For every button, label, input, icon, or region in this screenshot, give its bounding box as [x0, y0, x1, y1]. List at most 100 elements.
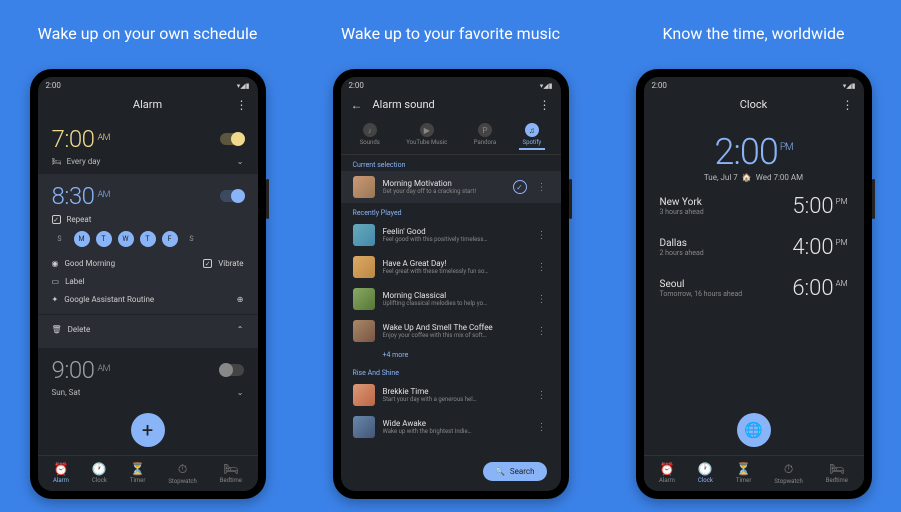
nav-timer[interactable]: ⏳Timer [736, 462, 752, 485]
city-item[interactable]: New York3 hours ahead 5:00PM [644, 186, 864, 227]
track-more-icon[interactable]: ⋮ [535, 326, 549, 337]
nav-timer[interactable]: ⏳Timer [130, 462, 146, 485]
track-more-icon[interactable]: ⋮ [535, 262, 549, 273]
track-list[interactable]: Current selection Morning Motivation Get… [341, 155, 561, 491]
main-ampm: PM [780, 142, 793, 153]
tab-sounds[interactable]: ♪Sounds [356, 121, 384, 150]
header-title: Clock [654, 98, 854, 111]
tab-youtube[interactable]: ▶YouTube Music [402, 121, 451, 150]
track-item[interactable]: Morning Motivation Get your day off to a… [341, 171, 561, 203]
track-item[interactable]: Morning ClassicalUplifting classical mel… [341, 283, 561, 315]
nav-stopwatch[interactable]: ⏱Stopwatch [774, 462, 802, 485]
track-item[interactable]: Wide AwakeWake up with the brightest Ind… [341, 411, 561, 443]
bedtime-icon: 🛏 [829, 462, 844, 476]
album-art [353, 384, 375, 406]
city-item[interactable]: Dallas2 hours ahead 4:00PM [644, 227, 864, 268]
day-selector: S M T W T F S [52, 227, 244, 253]
track-item[interactable]: Brekkie TimeStart your day with a genero… [341, 379, 561, 411]
alarm-item[interactable]: 8:30AM [52, 182, 244, 212]
day-t[interactable]: T [96, 231, 112, 247]
spotify-icon: ♫ [525, 123, 539, 137]
city-name: Seoul [660, 279, 743, 290]
alarm-item[interactable]: 7:00AM [38, 117, 258, 155]
alarm-schedule-row[interactable]: 🛏Every day ⌄ [38, 155, 258, 174]
section-current: Current selection [341, 155, 561, 171]
track-more-icon[interactable]: ⋮ [535, 390, 549, 401]
track-item[interactable]: Feelin' GoodFeel good with this positive… [341, 219, 561, 251]
alarm-toggle[interactable] [220, 190, 244, 202]
track-more-icon[interactable]: ⋮ [535, 230, 549, 241]
day-s[interactable]: S [52, 231, 68, 247]
alarm-schedule-row[interactable]: Sun, Sat ⌄ [38, 386, 258, 405]
stopwatch-icon: ⏱ [178, 462, 187, 477]
status-bar: 2:00 ▾◢▮ [644, 77, 864, 92]
tab-pandora[interactable]: PPandora [470, 121, 500, 150]
tone-label: Good Morning [64, 259, 115, 268]
day-m[interactable]: M [74, 231, 90, 247]
tab-spotify[interactable]: ♫Spotify [519, 121, 546, 150]
nav-alarm[interactable]: ⏰Alarm [659, 462, 675, 485]
delete-row[interactable]: 🗑Delete ⌃ [52, 319, 244, 340]
city-time: 5:00 [792, 194, 833, 219]
track-sub: Feel great with these timelessly fun so… [383, 268, 527, 275]
alarm-ampm: AM [97, 364, 109, 374]
repeat-row[interactable]: Repeat [52, 212, 244, 227]
day-t2[interactable]: T [140, 231, 156, 247]
timer-icon: ⏳ [736, 462, 751, 476]
more-icon[interactable]: ⋮ [842, 98, 854, 112]
more-icon[interactable]: ⋮ [539, 98, 551, 112]
track-more-icon[interactable]: ⋮ [535, 182, 549, 193]
assistant-icon: ✦ [52, 295, 59, 304]
track-item[interactable]: Have A Great Day!Feel great with these t… [341, 251, 561, 283]
app-header: Alarm ⋮ [38, 92, 258, 117]
section-rise: Rise And Shine [341, 363, 561, 379]
track-title: Brekkie Time [383, 387, 527, 396]
day-f[interactable]: F [162, 231, 178, 247]
vibrate-button[interactable]: Vibrate [203, 256, 243, 271]
city-item[interactable]: SeoulTomorrow, 16 hours ahead 6:00AM [644, 268, 864, 309]
vibrate-checkbox[interactable] [203, 259, 212, 268]
main-clock: 2:00PM Tue, Jul 7 🏠 Wed 7:00 AM [644, 117, 864, 186]
status-icons: ▾◢▮ [843, 82, 856, 90]
track-more-icon[interactable]: ⋮ [535, 294, 549, 305]
nav-clock[interactable]: 🕐Clock [92, 462, 107, 485]
alarm-item[interactable]: 9:00AM [38, 348, 258, 386]
section-recent: Recently Played [341, 203, 561, 219]
track-item[interactable]: Wake Up And Smell The CoffeeEnjoy your c… [341, 315, 561, 347]
date-row: Tue, Jul 7 🏠 Wed 7:00 AM [644, 173, 864, 182]
alarm-time: 7:00 [52, 125, 95, 153]
pandora-icon: P [478, 123, 492, 137]
app-header: ← Alarm sound ⋮ [341, 92, 561, 117]
back-icon[interactable]: ← [351, 98, 363, 112]
nav-bedtime[interactable]: 🛏Bedtime [826, 462, 848, 485]
nav-alarm[interactable]: ⏰Alarm [53, 462, 69, 485]
nav-clock[interactable]: 🕐Clock [698, 462, 713, 485]
alarm-toggle[interactable] [220, 364, 244, 376]
label-icon: ▭ [52, 277, 60, 286]
repeat-checkbox[interactable] [52, 215, 61, 224]
chevron-down-icon[interactable]: ⌄ [237, 388, 244, 397]
source-tabs: ♪Sounds ▶YouTube Music PPandora ♫Spotify [341, 117, 561, 155]
track-more-icon[interactable]: ⋮ [535, 422, 549, 433]
more-link[interactable]: +4 more [341, 347, 561, 363]
label-row[interactable]: ▭Label [52, 274, 244, 289]
nav-stopwatch[interactable]: ⏱Stopwatch [168, 462, 196, 485]
add-icon[interactable]: ⊕ [237, 295, 244, 304]
chevron-up-icon[interactable]: ⌃ [237, 325, 244, 334]
nav-bedtime[interactable]: 🛏Bedtime [220, 462, 242, 485]
status-time: 2:00 [46, 81, 61, 90]
search-button[interactable]: 🔍 Search [483, 462, 547, 481]
sounds-icon: ♪ [363, 123, 377, 137]
assistant-row[interactable]: ✦Google Assistant Routine ⊕ [52, 289, 244, 310]
vibrate-label: Vibrate [218, 259, 243, 268]
day-s2[interactable]: S [184, 231, 200, 247]
add-city-fab[interactable] [737, 413, 771, 447]
alarm-toggle[interactable] [220, 133, 244, 145]
more-icon[interactable]: ⋮ [236, 98, 248, 112]
chevron-down-icon[interactable]: ⌄ [237, 157, 244, 166]
track-sub: Enjoy your coffee with this mix of soft… [383, 332, 527, 339]
add-alarm-fab[interactable]: + [131, 413, 165, 447]
day-w[interactable]: W [118, 231, 134, 247]
tone-button[interactable]: ◉Good Morning [52, 256, 116, 271]
status-time: 2:00 [652, 81, 667, 90]
